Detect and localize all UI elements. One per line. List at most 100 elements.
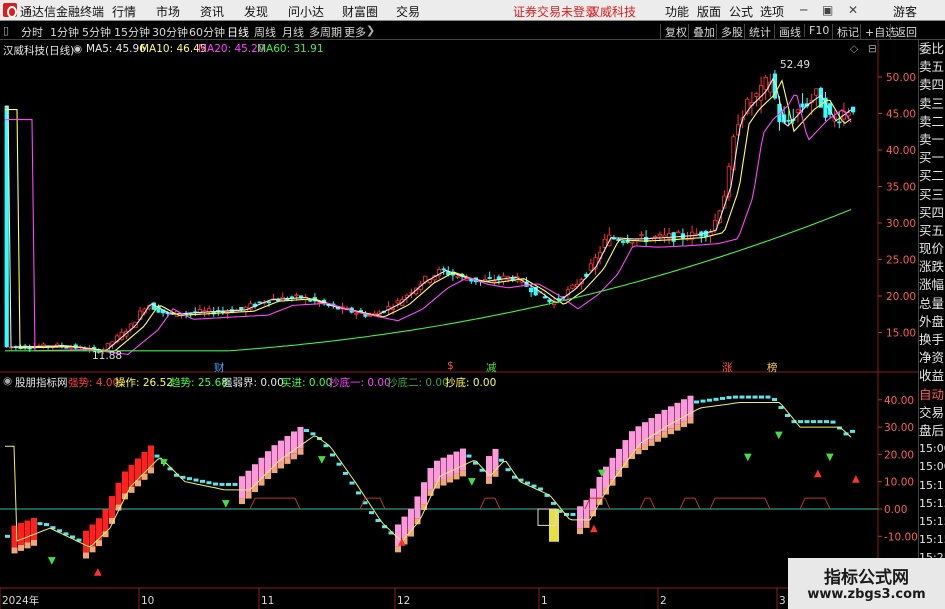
trend-dash (811, 420, 816, 424)
side-panel-item[interactable]: 自动 (919, 386, 945, 404)
side-panel-item[interactable]: 买一 (919, 149, 945, 167)
menu-item-trade[interactable]: 交易 (396, 3, 420, 20)
menu-item-layout[interactable]: 版面 (697, 3, 721, 20)
side-panel-item[interactable]: 收益 (919, 367, 945, 385)
period-tab-15min[interactable]: 15分钟 (114, 24, 150, 40)
side-panel-item[interactable]: 现价 (919, 240, 945, 258)
watermark-url: www.zbgs3.com (807, 587, 926, 602)
toolbar-btn-back[interactable]: 返回 (890, 24, 917, 40)
candle-body (800, 103, 805, 108)
trade-login-warning[interactable]: 证券交易未登录 (513, 3, 597, 20)
side-panel-item[interactable]: 卖二 (919, 113, 945, 131)
menu-item-wealth[interactable]: 财富圈 (342, 3, 378, 20)
candle-body (786, 119, 791, 122)
restore-icon[interactable]: ▣ (822, 3, 833, 17)
toolbar-btn-f10[interactable]: F10 (804, 24, 829, 37)
indicator-name: 股朋指标网 (15, 377, 68, 389)
period-tab-daily[interactable]: 日线 (227, 24, 249, 40)
period-tab-weekly[interactable]: 周线 (254, 24, 276, 40)
candle-body (469, 279, 474, 282)
buy-arrow: ▲ (398, 536, 406, 547)
support-block (440, 479, 447, 486)
period-tab-monthly[interactable]: 月线 (282, 24, 304, 40)
side-panel-item[interactable]: 15:15 (919, 495, 945, 513)
side-panel-item[interactable]: 15:11 (919, 477, 945, 495)
period-tab-intraday[interactable]: 分时 (21, 24, 43, 40)
side-panel-item[interactable]: 外盘 (919, 313, 945, 331)
event-marker-reduce[interactable]: 减 (486, 360, 497, 375)
side-panel-item[interactable]: 15:15 (919, 513, 945, 531)
menu-item-ask[interactable]: 问小达 (288, 3, 324, 20)
stock-name-header: 汉威科技 (588, 5, 637, 19)
minimize-icon[interactable]: ─ (800, 3, 807, 17)
ma20-label: MA20: 45.20 (198, 43, 265, 55)
candle-body (657, 233, 663, 237)
side-panel-item[interactable]: 买五 (919, 222, 945, 240)
event-marker-limit-up[interactable]: 涨 (722, 360, 733, 375)
menu-item-news[interactable]: 资讯 (200, 3, 224, 20)
support-block (655, 435, 661, 442)
chart-settings-icon[interactable]: ◇ (850, 43, 858, 55)
menu-item-discover[interactable]: 发现 (244, 3, 268, 20)
candle-body (529, 287, 534, 293)
period-tab-30min[interactable]: 30分钟 (152, 24, 188, 40)
toolbar-btn-restore-rights[interactable]: 复权 (660, 24, 687, 40)
side-panel-item[interactable]: 买四 (919, 204, 945, 222)
side-panel-item[interactable]: 涨跌 (919, 258, 945, 276)
toolbar-btn-draw[interactable]: 画线 (774, 24, 801, 40)
candle-body (542, 296, 548, 299)
ma-toggle-icon[interactable]: ◉ (73, 43, 82, 55)
more-chevron-icon[interactable]: ❯ (366, 24, 375, 37)
side-panel-item[interactable]: 净资 (919, 349, 945, 367)
side-panel-item[interactable]: 15:00 (919, 440, 945, 458)
side-panel-item[interactable]: 卖三 (919, 95, 945, 113)
side-panel-item[interactable]: 涨幅 (919, 276, 945, 294)
period-tab-1min[interactable]: 1分钟 (50, 24, 79, 40)
trend-dash (694, 400, 699, 404)
period-tab-60min[interactable]: 60分钟 (189, 24, 225, 40)
strength-bar (24, 520, 31, 543)
menu-item-quotes[interactable]: 行情 (112, 3, 136, 20)
side-panel-item[interactable]: 卖一 (919, 131, 945, 149)
event-marker-ranking[interactable]: 榜 (767, 360, 778, 375)
side-panel-item[interactable]: 15:15 (919, 531, 945, 549)
side-panel-item[interactable]: 交易 (919, 404, 945, 422)
side-panel-item[interactable]: 卖四 (919, 76, 945, 94)
event-marker-dividend[interactable]: $ (447, 360, 454, 372)
quote-side-panel[interactable]: 委比 卖五 卖四 卖三 卖二 卖一 买一 买二 买三 买四 买五 现价 涨跌 涨幅 总量 外盘 换手 净资 收益 自动… (918, 40, 945, 609)
strength-bar (622, 440, 629, 462)
collapse-icon[interactable]: ⊟ (868, 43, 877, 55)
side-panel-item[interactable]: 15:00 (919, 458, 945, 476)
period-tab-5min[interactable]: 5分钟 (82, 24, 111, 40)
candle-body (588, 263, 594, 271)
trend-dash (213, 482, 218, 486)
menu-item-market[interactable]: 市场 (156, 3, 180, 20)
side-panel-item[interactable]: 盘后 (919, 422, 945, 440)
side-panel-item[interactable]: 买二 (919, 167, 945, 185)
side-panel-item[interactable]: 总量 (919, 295, 945, 313)
site-watermark: 指标公式网 www.zbgs3.com (788, 558, 945, 609)
strength-bar (427, 468, 434, 490)
side-panel-item[interactable]: 买三 (919, 186, 945, 204)
menu-item-options[interactable]: 选项 (760, 3, 784, 20)
side-panel-item[interactable]: 换手 (919, 331, 945, 349)
toolbar-btn-statistics[interactable]: 统计 (744, 24, 771, 40)
side-panel-item[interactable]: 卖五 (919, 58, 945, 76)
menu-item-function[interactable]: 功能 (665, 3, 689, 20)
close-icon[interactable]: ✕ (848, 3, 858, 17)
toolbar-btn-multi-stock[interactable]: 多股 (716, 24, 743, 40)
side-panel-item[interactable]: 委比 (919, 40, 945, 58)
toolbar-btn-overlay[interactable]: 叠加 (688, 24, 715, 40)
indicator-toggle-icon[interactable]: ◉ (3, 375, 12, 387)
candle-body (455, 275, 460, 278)
menu-item-formula[interactable]: 公式 (729, 3, 753, 20)
chart-canvas[interactable]: 50.0045.0040.0035.0030.0025.0020.0015.00… (0, 40, 918, 609)
period-tab-more[interactable]: 更多 (344, 24, 366, 40)
event-marker-finance[interactable]: 财 (214, 360, 225, 375)
period-tab-multi[interactable]: 多周期 (309, 24, 342, 40)
user-label[interactable]: 游客 (893, 3, 917, 20)
toolbar-btn-mark[interactable]: 标记 (832, 24, 859, 40)
buy-arrow: ▲ (590, 523, 598, 534)
strength-bar (577, 506, 583, 529)
toolbar-menu-icon[interactable]: ▯ (3, 24, 9, 37)
